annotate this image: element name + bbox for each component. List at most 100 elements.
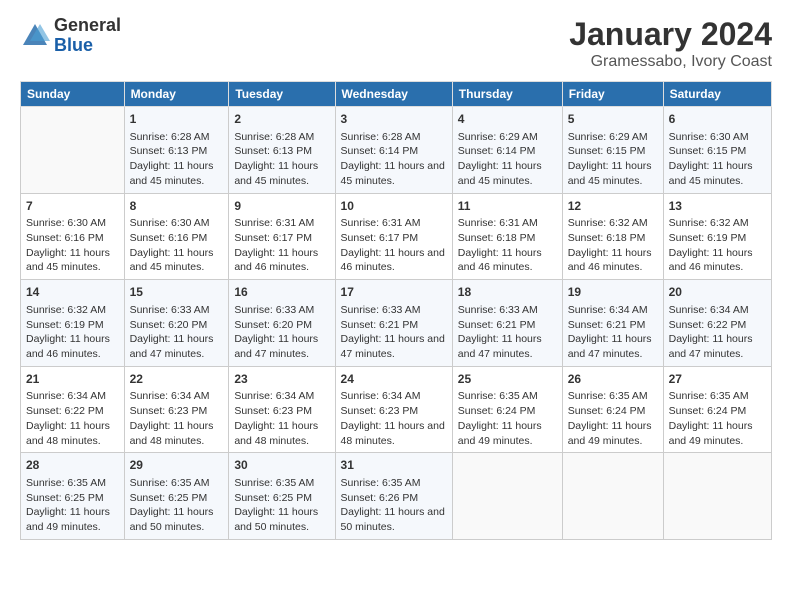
day-info-line: Sunset: 6:18 PM [458,232,536,244]
day-info-line: Sunrise: 6:34 AM [26,390,106,402]
day-info-line: Sunset: 6:19 PM [26,319,104,331]
day-number: 12 [568,198,658,215]
day-info-line: Sunset: 6:24 PM [568,405,646,417]
day-info-line: Daylight: 11 hours and 45 minutes. [341,160,445,187]
week-row-3: 14 Sunrise: 6:32 AM Sunset: 6:19 PM Dayligh… [21,280,772,367]
header-cell-wednesday: Wednesday [335,82,452,107]
day-number: 23 [234,371,329,388]
day-number: 21 [26,371,119,388]
logo: General Blue [20,16,121,56]
title-block: January 2024 Gramessabo, Ivory Coast [569,16,772,71]
day-content: Sunrise: 6:33 AMSunset: 6:20 PMDaylight:… [130,303,224,362]
day-info-line: Daylight: 11 hours and 48 minutes. [234,420,318,447]
header-cell-thursday: Thursday [452,82,562,107]
day-info-line: Sunrise: 6:34 AM [341,390,421,402]
day-info-line: Sunrise: 6:35 AM [669,390,749,402]
day-number: 10 [341,198,447,215]
day-info-line: Sunrise: 6:35 AM [234,477,314,489]
calendar-cell [562,453,663,540]
calendar-cell: 9Sunrise: 6:31 AMSunset: 6:17 PMDaylight… [229,193,335,280]
day-info-line: Daylight: 11 hours and 46 minutes. [568,247,652,274]
day-info-line: Sunrise: 6:34 AM [568,304,648,316]
day-content: Sunrise: 6:30 AMSunset: 6:16 PMDaylight:… [26,216,119,275]
day-info-line: Sunrise: 6:30 AM [130,217,210,229]
day-info-line: Sunset: 6:23 PM [341,405,419,417]
day-number: 3 [341,111,447,128]
day-info-line: Sunset: 6:17 PM [234,232,312,244]
day-info-line: Sunrise: 6:33 AM [458,304,538,316]
header-cell-sunday: Sunday [21,82,125,107]
day-info-line: Sunset: 6:15 PM [669,145,747,157]
day-info-line: Sunset: 6:23 PM [234,405,312,417]
month-title: January 2024 [569,16,772,53]
day-content: Sunrise: 6:34 AM Sunset: 6:23 PM Daylight:… [341,389,447,448]
day-info-line: Daylight: 11 hours and 49 minutes. [458,420,542,447]
day-info-line: Daylight: 11 hours and 46 minutes. [669,247,753,274]
day-info-line: Sunrise: 6:33 AM [234,304,314,316]
day-info-line: Daylight: 11 hours and 46 minutes. [341,247,445,274]
day-info-line: Sunrise: 6:32 AM [26,304,106,316]
location: Gramessabo, Ivory Coast [569,53,772,71]
day-content: Sunrise: 6:33 AMSunset: 6:21 PMDaylight:… [341,303,447,362]
week-row-4: 21Sunrise: 6:34 AMSunset: 6:22 PMDayligh… [21,366,772,453]
day-content: Sunrise: 6:31 AMSunset: 6:17 PMDaylight:… [234,216,329,275]
calendar-cell: 6Sunrise: 6:30 AMSunset: 6:15 PMDaylight… [663,107,771,194]
week-row-1: 1 Sunrise: 6:28 AM Sunset: 6:13 PM Daylight… [21,107,772,194]
day-content: Sunrise: 6:28 AM Sunset: 6:13 PM Daylight:… [234,130,329,189]
day-content: Sunrise: 6:35 AMSunset: 6:25 PMDaylight:… [234,476,329,535]
day-number: 26 [568,371,658,388]
day-info-line: Sunrise: 6:32 AM [669,217,749,229]
day-number: 2 [234,111,329,128]
day-info-line: Sunrise: 6:35 AM [458,390,538,402]
day-info-line: Sunrise: 6:34 AM [130,390,210,402]
day-info-line: Daylight: 11 hours and 47 minutes. [234,333,318,360]
calendar-cell: 12Sunrise: 6:32 AMSunset: 6:18 PMDayligh… [562,193,663,280]
header: General Blue January 2024 Gramessabo, Iv… [20,16,772,71]
day-number: 14 [26,284,119,301]
header-row: SundayMondayTuesdayWednesdayThursdayFrid… [21,82,772,107]
day-info-line: Daylight: 11 hours and 49 minutes. [26,506,110,533]
day-info-line: Daylight: 11 hours and 46 minutes. [234,247,318,274]
day-info-line: Sunset: 6:21 PM [568,319,646,331]
day-info-line: Sunset: 6:25 PM [234,492,312,504]
day-content: Sunrise: 6:35 AMSunset: 6:24 PMDaylight:… [568,389,658,448]
day-info-line: Daylight: 11 hours and 45 minutes. [234,160,318,187]
day-info-line: Daylight: 11 hours and 46 minutes. [26,333,110,360]
day-info-line: Daylight: 11 hours and 50 minutes. [130,506,214,533]
day-info-line: Sunrise: 6:28 AM [234,131,314,143]
day-info-line: Sunset: 6:22 PM [669,319,747,331]
day-info-line: Sunrise: 6:35 AM [130,477,210,489]
day-number: 25 [458,371,557,388]
day-number: 13 [669,198,766,215]
calendar-cell: 17Sunrise: 6:33 AMSunset: 6:21 PMDayligh… [335,280,452,367]
calendar-cell [663,453,771,540]
day-content: Sunrise: 6:34 AMSunset: 6:22 PMDaylight:… [669,303,766,362]
day-info-line: Sunset: 6:13 PM [234,145,312,157]
calendar-cell: 4Sunrise: 6:29 AMSunset: 6:14 PMDaylight… [452,107,562,194]
day-info-line: Sunset: 6:13 PM [130,145,208,157]
day-info-line: Sunset: 6:25 PM [26,492,104,504]
day-info-line: Daylight: 11 hours and 45 minutes. [130,247,214,274]
day-number: 1 [130,111,224,128]
day-info-line: Sunset: 6:24 PM [669,405,747,417]
day-info-line: Daylight: 11 hours and 47 minutes. [130,333,214,360]
day-number: 19 [568,284,658,301]
day-number: 29 [130,457,224,474]
header-cell-saturday: Saturday [663,82,771,107]
day-content: Sunrise: 6:35 AMSunset: 6:25 PMDaylight:… [130,476,224,535]
calendar-cell: 5Sunrise: 6:29 AMSunset: 6:15 PMDaylight… [562,107,663,194]
day-content: Sunrise: 6:35 AMSunset: 6:24 PMDaylight:… [669,389,766,448]
calendar-cell: 31Sunrise: 6:35 AMSunset: 6:26 PMDayligh… [335,453,452,540]
calendar-cell: 19Sunrise: 6:34 AMSunset: 6:21 PMDayligh… [562,280,663,367]
day-info-line: Daylight: 11 hours and 48 minutes. [341,420,445,447]
day-info-line: Sunset: 6:23 PM [130,405,208,417]
day-number: 11 [458,198,557,215]
day-info-line: Sunrise: 6:31 AM [458,217,538,229]
calendar-cell: 29 Sunrise: 6:35 AMSunset: 6:25 PMDayligh… [124,453,229,540]
day-info-line: Sunset: 6:20 PM [130,319,208,331]
header-cell-tuesday: Tuesday [229,82,335,107]
day-number: 15 [130,284,224,301]
day-number: 20 [669,284,766,301]
day-info-line: Sunset: 6:17 PM [341,232,419,244]
day-info-line: Daylight: 11 hours and 50 minutes. [341,506,445,533]
